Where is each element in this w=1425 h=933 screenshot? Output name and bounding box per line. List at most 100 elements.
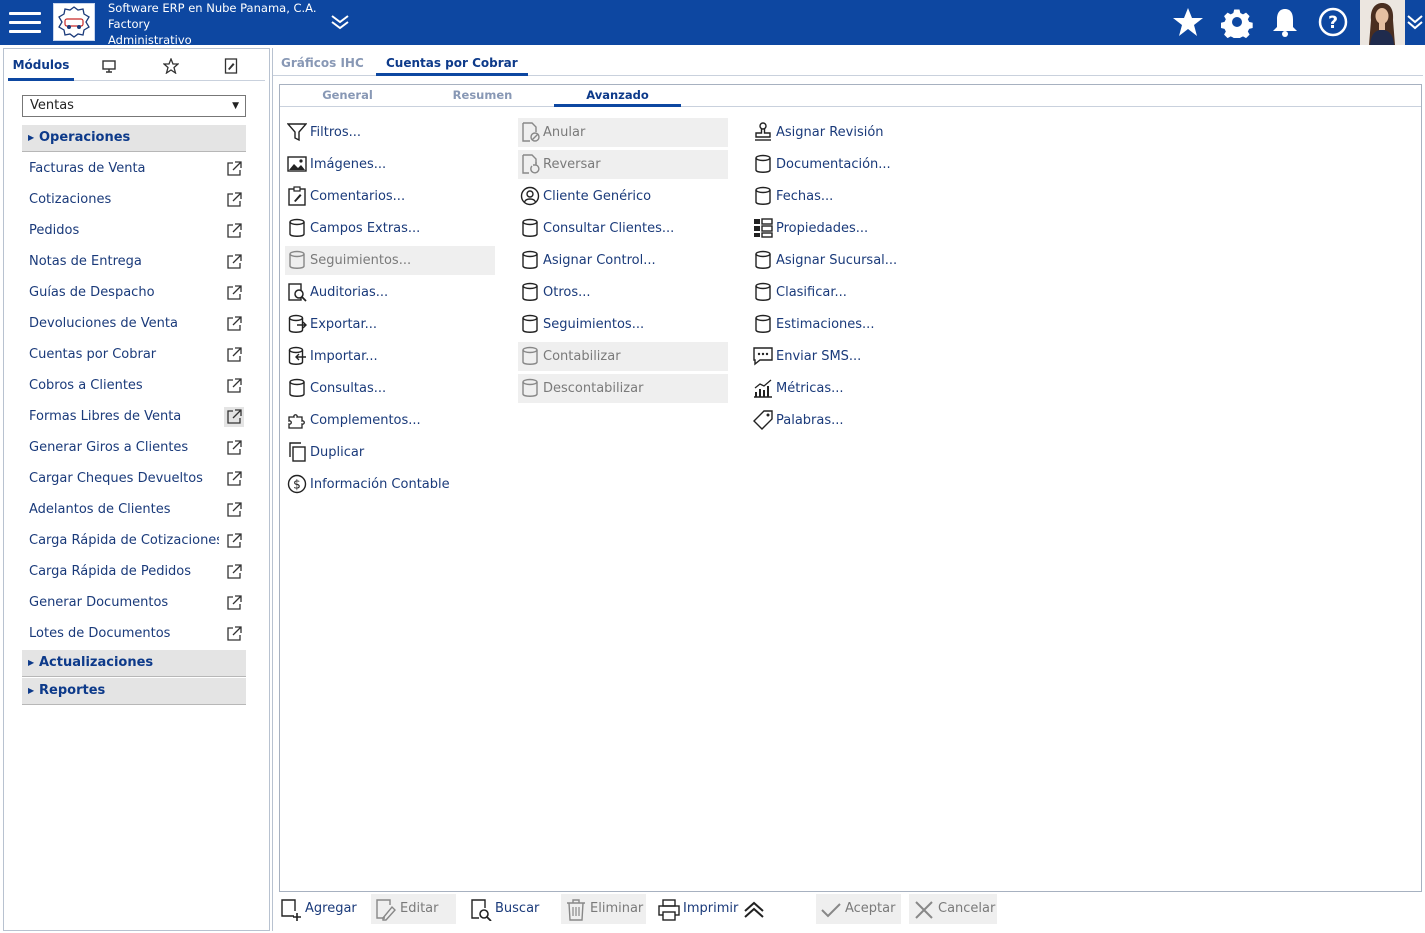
star-outline-icon[interactable] (158, 53, 184, 81)
action-duplicar[interactable]: Duplicar (285, 438, 495, 467)
menu-item-facturas-de-venta[interactable]: Facturas de Venta (29, 156, 246, 182)
top-bar: Software ERP en Nube Panama, C.A. Factor… (0, 0, 1425, 47)
menu-item-pedidos[interactable]: Pedidos (29, 218, 246, 244)
external-link-icon[interactable] (224, 159, 244, 179)
monitor-icon[interactable] (96, 53, 122, 81)
tab-general[interactable]: General (280, 85, 415, 107)
action-seguimientos[interactable]: Seguimientos... (285, 246, 495, 275)
user-avatar[interactable] (1360, 0, 1405, 45)
action-complementos[interactable]: Complementos... (285, 406, 495, 435)
menu-icon[interactable] (9, 8, 41, 36)
action-exportar[interactable]: Exportar... (285, 310, 495, 339)
action-asignar-sucursal[interactable]: Asignar Sucursal... (751, 246, 961, 275)
external-link-icon[interactable] (224, 593, 244, 613)
action-comentarios[interactable]: Comentarios... (285, 182, 495, 211)
action-descontabilizar[interactable]: Descontabilizar (518, 374, 728, 403)
section-label: Actualizaciones (39, 655, 154, 670)
editar-button[interactable]: Editar (371, 894, 456, 924)
bell-icon[interactable] (1269, 6, 1301, 38)
external-link-icon[interactable] (224, 190, 244, 210)
action-informacion-contable[interactable]: $ Información Contable (285, 470, 495, 499)
action-consultar-clientes[interactable]: Consultar Clientes... (518, 214, 728, 243)
section-reportes[interactable]: ▶ Reportes (22, 678, 246, 705)
external-link-icon[interactable] (224, 314, 244, 334)
buscar-button[interactable]: Buscar (466, 894, 551, 924)
filter-icon (286, 122, 308, 142)
module-select[interactable]: Ventas ▼ (22, 95, 246, 117)
action-consultas[interactable]: Consultas... (285, 374, 495, 403)
tab-modulos[interactable]: Módulos (8, 53, 74, 81)
menu-item-guias-de-despacho[interactable]: Guías de Despacho (29, 280, 246, 306)
chevron-down-icon[interactable] (330, 12, 350, 36)
help-icon[interactable]: ? (1317, 6, 1349, 38)
action-estimaciones[interactable]: Estimaciones... (751, 310, 961, 339)
imprimir-button[interactable]: Imprimir (654, 894, 739, 924)
menu-item-cobros-a-clientes[interactable]: Cobros a Clientes (29, 373, 246, 399)
action-reversar[interactable]: Reversar (518, 150, 728, 179)
external-link-icon[interactable] (224, 407, 244, 427)
gear-icon[interactable] (1221, 6, 1253, 42)
action-clasificar[interactable]: Clasificar... (751, 278, 961, 307)
external-link-icon[interactable] (224, 624, 244, 644)
action-otros[interactable]: Otros... (518, 278, 728, 307)
external-link-icon[interactable] (224, 252, 244, 272)
tab-avanzado[interactable]: Avanzado (554, 85, 681, 107)
section-label: Reportes (39, 683, 106, 698)
menu-item-carga-rapida-de-pedidos[interactable]: Carga Rápida de Pedidos (29, 559, 246, 585)
section-operaciones[interactable]: ▶ Operaciones (22, 125, 246, 152)
action-cliente-generico[interactable]: Cliente Genérico (518, 182, 728, 211)
modules-tabs: Módulos (8, 53, 265, 81)
external-link-icon[interactable] (224, 283, 244, 303)
document-edit-icon[interactable] (218, 53, 244, 81)
external-link-icon[interactable] (224, 500, 244, 520)
menu-item-carga-rapida-de-cotizaciones[interactable]: Carga Rápida de Cotizaciones (29, 528, 246, 554)
action-propiedades[interactable]: Propiedades... (751, 214, 961, 243)
external-link-icon[interactable] (224, 438, 244, 458)
aceptar-button[interactable]: Aceptar (816, 894, 901, 924)
tab-graficos-ihc[interactable]: Gráficos IHC (281, 52, 364, 76)
menu-item-devoluciones-de-venta[interactable]: Devoluciones de Venta (29, 311, 246, 337)
menu-item-notas-de-entrega[interactable]: Notas de Entrega (29, 249, 246, 275)
menu-item-generar-documentos[interactable]: Generar Documentos (29, 590, 246, 616)
external-link-icon[interactable] (224, 531, 244, 551)
menu-item-cotizaciones[interactable]: Cotizaciones (29, 187, 246, 213)
action-campos-extras[interactable]: Campos Extras... (285, 214, 495, 243)
action-enviar-sms[interactable]: Enviar SMS... (751, 342, 961, 371)
menu-item-cuentas-por-cobrar[interactable]: Cuentas por Cobrar (29, 342, 246, 368)
external-link-icon[interactable] (224, 345, 244, 365)
company-logo[interactable] (53, 3, 95, 41)
star-icon[interactable] (1172, 6, 1204, 38)
action-documentacion[interactable]: Documentación... (751, 150, 961, 179)
action-asignar-control[interactable]: Asignar Control... (518, 246, 728, 275)
menu-item-generar-giros-a-clientes[interactable]: Generar Giros a Clientes (29, 435, 246, 461)
caret-down-icon: ▼ (232, 101, 239, 111)
action-seguimientos-2[interactable]: Seguimientos... (518, 310, 728, 339)
menu-item-cargar-cheques-devueltos[interactable]: Cargar Cheques Devueltos (29, 466, 246, 492)
menu-item-formas-libres-de-venta[interactable]: Formas Libres de Venta (29, 404, 246, 430)
action-filtros[interactable]: Filtros... (285, 118, 495, 147)
action-fechas[interactable]: Fechas... (751, 182, 961, 211)
action-contabilizar[interactable]: Contabilizar (518, 342, 728, 371)
chevron-up-icon[interactable] (743, 894, 769, 924)
agregar-button[interactable]: Agregar (276, 894, 361, 924)
chevron-down-icon[interactable] (1405, 6, 1425, 38)
cancelar-button[interactable]: Cancelar (909, 894, 997, 924)
section-actualizaciones[interactable]: ▶ Actualizaciones (22, 650, 246, 677)
menu-item-adelantos-de-clientes[interactable]: Adelantos de Clientes (29, 497, 246, 523)
external-link-icon[interactable] (224, 469, 244, 489)
action-asignar-revision[interactable]: Asignar Revisión (751, 118, 961, 147)
action-anular[interactable]: Anular (518, 118, 728, 147)
action-imagenes[interactable]: Imágenes... (285, 150, 495, 179)
external-link-icon[interactable] (224, 562, 244, 582)
svg-text:?: ? (1328, 13, 1338, 33)
eliminar-button[interactable]: Eliminar (561, 894, 646, 924)
tab-cuentas-por-cobrar[interactable]: Cuentas por Cobrar (376, 52, 528, 76)
action-auditorias[interactable]: Auditorias... (285, 278, 495, 307)
action-metricas[interactable]: Métricas... (751, 374, 961, 403)
menu-item-lotes-de-documentos[interactable]: Lotes de Documentos (29, 621, 246, 647)
action-palabras[interactable]: Palabras... (751, 406, 961, 435)
action-importar[interactable]: Importar... (285, 342, 495, 371)
external-link-icon[interactable] (224, 221, 244, 241)
tab-resumen[interactable]: Resumen (415, 85, 550, 107)
external-link-icon[interactable] (224, 376, 244, 396)
